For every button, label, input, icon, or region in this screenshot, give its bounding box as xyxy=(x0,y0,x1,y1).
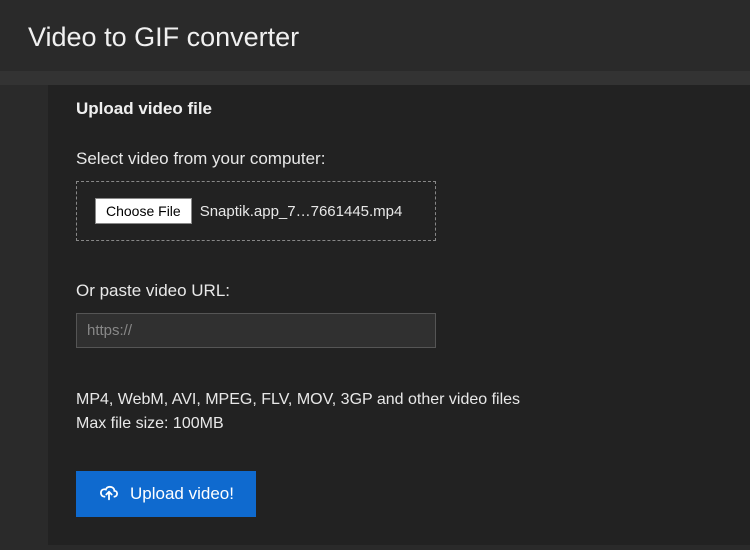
upload-button[interactable]: Upload video! xyxy=(76,471,256,517)
choose-file-button[interactable]: Choose File xyxy=(95,198,192,224)
select-label: Select video from your computer: xyxy=(76,149,722,169)
file-input-box[interactable]: Choose File Snaptik.app_7…7661445.mp4 xyxy=(76,181,436,241)
header: Video to GIF converter xyxy=(0,0,750,71)
main-container: Upload video file Select video from your… xyxy=(0,85,750,545)
selected-file-name: Snaptik.app_7…7661445.mp4 xyxy=(200,203,403,220)
section-title: Upload video file xyxy=(76,99,722,119)
upload-section: Upload video file Select video from your… xyxy=(48,85,750,545)
divider xyxy=(0,71,750,85)
info-formats: MP4, WebM, AVI, MPEG, FLV, MOV, 3GP and … xyxy=(76,388,722,412)
url-input[interactable] xyxy=(76,313,436,348)
upload-button-label: Upload video! xyxy=(130,484,234,504)
info-text: MP4, WebM, AVI, MPEG, FLV, MOV, 3GP and … xyxy=(76,388,722,436)
page-title: Video to GIF converter xyxy=(28,22,722,53)
cloud-upload-icon xyxy=(98,485,120,503)
url-label: Or paste video URL: xyxy=(76,281,722,301)
info-max-size: Max file size: 100MB xyxy=(76,412,722,436)
